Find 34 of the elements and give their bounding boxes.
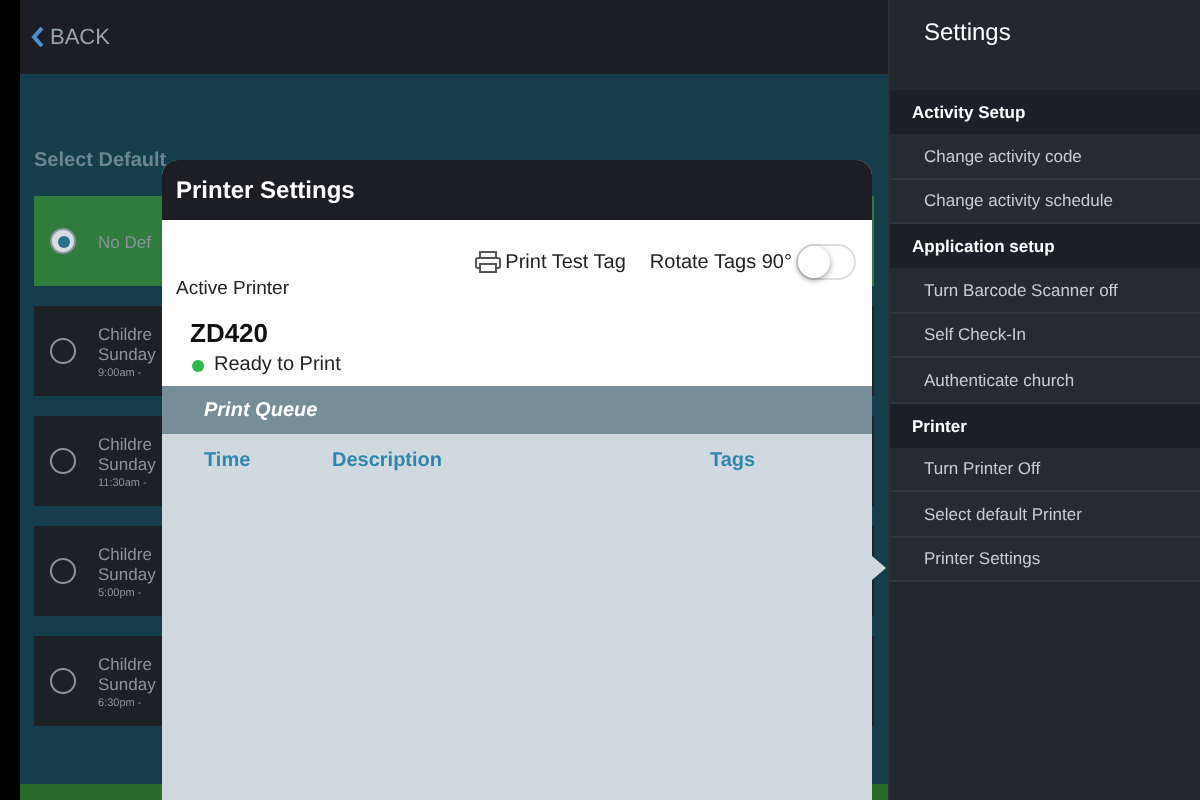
option-title: No Def <box>98 231 151 251</box>
column-header: Tags <box>710 450 758 472</box>
section-title: Activity Setup <box>912 102 1026 122</box>
status-dot <box>192 359 204 371</box>
column-header: Time <box>204 450 253 472</box>
print-queue-title: Print Queue <box>204 399 318 421</box>
rotate-label: Rotate Tags 90° <box>649 251 792 273</box>
printer-status: Ready to Print <box>214 354 341 376</box>
radio-button[interactable] <box>50 338 76 364</box>
popover-title: Printer Settings <box>176 176 355 204</box>
column-header: Description <box>332 450 445 472</box>
printer-name: ZD420 <box>190 318 271 348</box>
option-title: Childre <box>98 433 154 453</box>
radio-button[interactable] <box>50 448 76 474</box>
sidebar-title: Settings <box>922 16 1013 50</box>
radio-button[interactable] <box>50 668 76 694</box>
option-title: Childre <box>98 323 154 343</box>
back-button[interactable]: BACK <box>30 25 110 49</box>
option-title: Childre <box>98 543 154 563</box>
radio-button[interactable] <box>50 228 76 254</box>
print-test-tag-button[interactable]: Print Test Tag <box>473 250 626 274</box>
section-heading: Select Default <box>34 150 169 172</box>
option-day: Sunday <box>98 343 156 363</box>
printer-icon <box>473 250 502 274</box>
radio-button[interactable] <box>50 558 76 584</box>
option-day: Sunday <box>98 453 156 473</box>
section-title: Application setup <box>912 236 1055 256</box>
active-printer-label: Active Printer <box>176 278 291 300</box>
option-day: Sunday <box>98 673 156 693</box>
option-day: Sunday <box>98 563 156 583</box>
option-title: Childre <box>98 653 154 673</box>
rotate-toggle[interactable] <box>796 244 856 280</box>
section-title: Printer <box>912 415 967 435</box>
chevron-left-icon <box>30 26 44 48</box>
